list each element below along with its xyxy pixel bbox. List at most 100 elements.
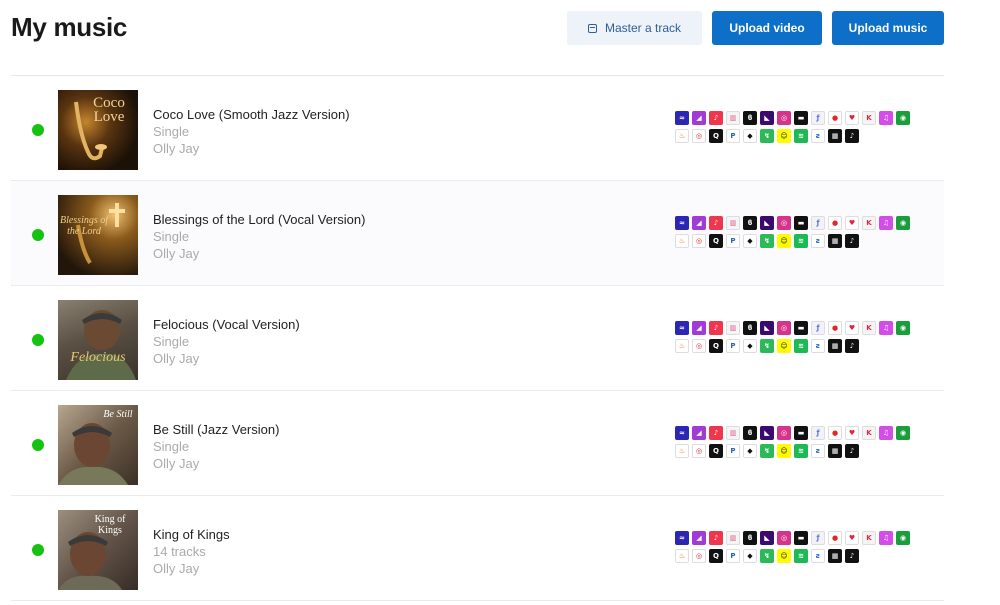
- shazam-icon[interactable]: ƨ: [811, 339, 825, 353]
- roblox-icon[interactable]: ◆: [743, 444, 757, 458]
- tencent-icon[interactable]: ▦: [828, 234, 842, 248]
- flo-icon[interactable]: ƒ: [811, 531, 825, 545]
- pandora-icon[interactable]: P: [726, 129, 740, 143]
- pandora-icon[interactable]: P: [726, 549, 740, 563]
- pandora-radio-icon[interactable]: ◎: [692, 129, 706, 143]
- tiktok-icon[interactable]: ♪: [845, 444, 859, 458]
- pandora-radio-icon[interactable]: ◎: [692, 339, 706, 353]
- shazam-icon[interactable]: ƨ: [811, 444, 825, 458]
- kkbox-icon[interactable]: K: [862, 216, 876, 230]
- spotify-icon[interactable]: ≋: [794, 549, 808, 563]
- release-cover[interactable]: Felocious: [58, 300, 138, 380]
- pandora-icon[interactable]: P: [726, 339, 740, 353]
- spotify-icon[interactable]: ≋: [794, 444, 808, 458]
- tencent-icon[interactable]: ▦: [828, 129, 842, 143]
- pandora-icon[interactable]: P: [726, 234, 740, 248]
- spotify-icon[interactable]: ≋: [794, 129, 808, 143]
- iheartradio-icon[interactable]: ♥: [845, 426, 859, 440]
- apple-music-icon[interactable]: ♪: [709, 426, 723, 440]
- tidal-icon[interactable]: ϐ: [743, 531, 757, 545]
- anghami-icon[interactable]: ▥: [726, 426, 740, 440]
- napster-icon[interactable]: ◉: [896, 426, 910, 440]
- napster-icon[interactable]: ◉: [896, 531, 910, 545]
- jiosaavn-icon[interactable]: ♨: [675, 444, 689, 458]
- apple-music-icon[interactable]: ♪: [709, 216, 723, 230]
- upload-music-button[interactable]: Upload music: [832, 11, 944, 45]
- roblox-icon[interactable]: ◆: [743, 549, 757, 563]
- tiktok-icon[interactable]: ♪: [845, 339, 859, 353]
- release-cover[interactable]: King of Kings: [58, 510, 138, 590]
- itunes-icon[interactable]: ♫: [879, 216, 893, 230]
- boomplay-icon[interactable]: ▬: [794, 111, 808, 125]
- shazam-icon[interactable]: ƨ: [811, 549, 825, 563]
- qobuz-icon[interactable]: Q: [709, 129, 723, 143]
- jiosaavn-icon[interactable]: ♨: [675, 339, 689, 353]
- audiomack-icon[interactable]: ◣: [760, 111, 774, 125]
- tidal-icon[interactable]: ϐ: [743, 321, 757, 335]
- pandora-icon[interactable]: P: [726, 444, 740, 458]
- resso-icon[interactable]: ↯: [760, 339, 774, 353]
- audiomack-icon[interactable]: ◣: [760, 531, 774, 545]
- anghami-icon[interactable]: ▥: [726, 321, 740, 335]
- spotify-icon[interactable]: ≋: [794, 234, 808, 248]
- resso-icon[interactable]: ↯: [760, 549, 774, 563]
- snapchat-icon[interactable]: ☺: [777, 339, 791, 353]
- resso-icon[interactable]: ↯: [760, 234, 774, 248]
- iheartradio-icon[interactable]: ♥: [845, 531, 859, 545]
- amazon-icon[interactable]: ≈: [675, 216, 689, 230]
- kkbox-icon[interactable]: K: [862, 321, 876, 335]
- audiomack-icon[interactable]: ◣: [760, 321, 774, 335]
- flo-icon[interactable]: ƒ: [811, 111, 825, 125]
- iheartradio-icon[interactable]: ♥: [845, 216, 859, 230]
- itunes-icon[interactable]: ♫: [879, 321, 893, 335]
- qobuz-icon[interactable]: Q: [709, 234, 723, 248]
- jiosaavn-icon[interactable]: ♨: [675, 234, 689, 248]
- amazon-icon[interactable]: ≈: [675, 531, 689, 545]
- tencent-icon[interactable]: ▦: [828, 444, 842, 458]
- tiktok-icon[interactable]: ♪: [845, 549, 859, 563]
- snapchat-icon[interactable]: ☺: [777, 444, 791, 458]
- anghami-icon[interactable]: ▥: [726, 531, 740, 545]
- qobuz-icon[interactable]: Q: [709, 339, 723, 353]
- anghami-icon[interactable]: ▥: [726, 216, 740, 230]
- instagram-icon[interactable]: ◎: [777, 531, 791, 545]
- tidal-icon[interactable]: ϐ: [743, 111, 757, 125]
- snapchat-icon[interactable]: ☺: [777, 234, 791, 248]
- instagram-icon[interactable]: ◎: [777, 426, 791, 440]
- release-row[interactable]: Coco Love Coco Love (Smooth Jazz Version…: [11, 76, 944, 181]
- instagram-icon[interactable]: ◎: [777, 216, 791, 230]
- youtube-icon[interactable]: ●: [828, 426, 842, 440]
- kkbox-icon[interactable]: K: [862, 426, 876, 440]
- tencent-icon[interactable]: ▦: [828, 339, 842, 353]
- flo-icon[interactable]: ƒ: [811, 426, 825, 440]
- instagram-icon[interactable]: ◎: [777, 111, 791, 125]
- tidal-icon[interactable]: ϐ: [743, 216, 757, 230]
- amazon-icon[interactable]: ≈: [675, 426, 689, 440]
- flo-icon[interactable]: ƒ: [811, 321, 825, 335]
- release-title[interactable]: Be Still (Jazz Version): [153, 421, 279, 438]
- master-a-track-button[interactable]: Master a track: [567, 11, 702, 45]
- anghami-icon[interactable]: ▥: [726, 111, 740, 125]
- tiktok-icon[interactable]: ♪: [845, 234, 859, 248]
- shazam-icon[interactable]: ƨ: [811, 234, 825, 248]
- youtube-icon[interactable]: ●: [828, 321, 842, 335]
- roblox-icon[interactable]: ◆: [743, 339, 757, 353]
- deezer-icon[interactable]: ◢: [692, 216, 706, 230]
- release-cover[interactable]: Be Still: [58, 405, 138, 485]
- pandora-radio-icon[interactable]: ◎: [692, 444, 706, 458]
- jiosaavn-icon[interactable]: ♨: [675, 129, 689, 143]
- amazon-icon[interactable]: ≈: [675, 321, 689, 335]
- qobuz-icon[interactable]: Q: [709, 549, 723, 563]
- pandora-radio-icon[interactable]: ◎: [692, 234, 706, 248]
- amazon-icon[interactable]: ≈: [675, 111, 689, 125]
- jiosaavn-icon[interactable]: ♨: [675, 549, 689, 563]
- itunes-icon[interactable]: ♫: [879, 531, 893, 545]
- release-cover[interactable]: Blessings of the Lord: [58, 195, 138, 275]
- apple-music-icon[interactable]: ♪: [709, 531, 723, 545]
- spotify-icon[interactable]: ≋: [794, 339, 808, 353]
- resso-icon[interactable]: ↯: [760, 129, 774, 143]
- boomplay-icon[interactable]: ▬: [794, 321, 808, 335]
- qobuz-icon[interactable]: Q: [709, 444, 723, 458]
- release-row[interactable]: Felocious Felocious (Vocal Version) Sing…: [11, 286, 944, 391]
- youtube-icon[interactable]: ●: [828, 111, 842, 125]
